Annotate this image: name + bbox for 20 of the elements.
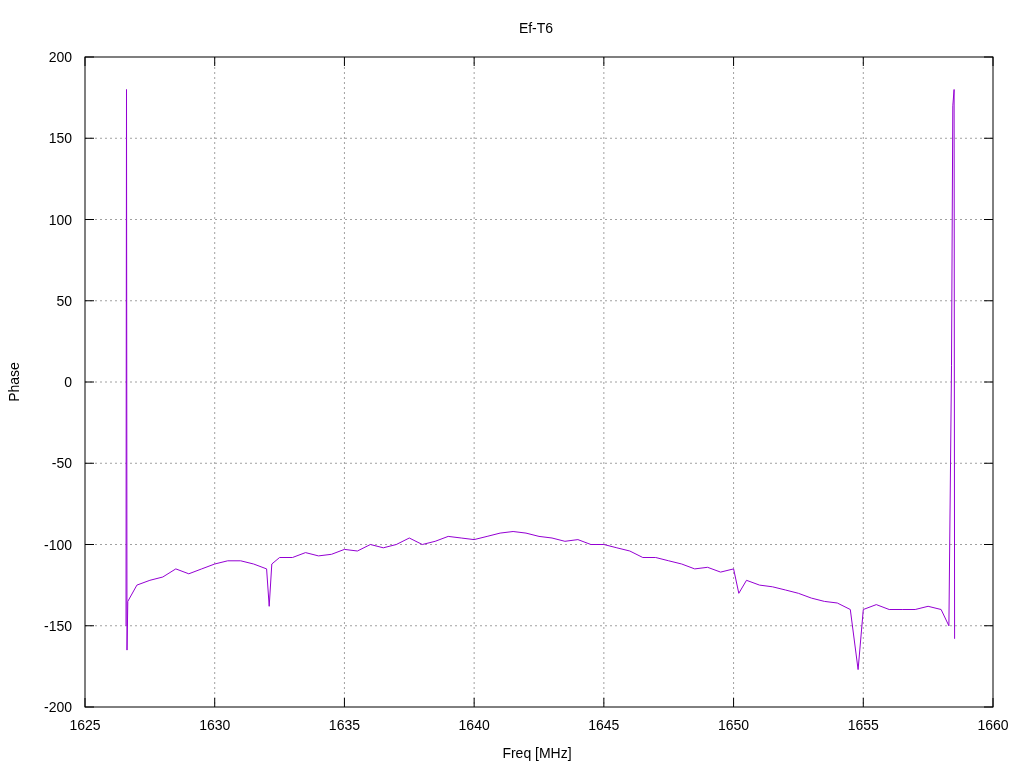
x-tick-label: 1635 [328,717,360,733]
x-axis-label: Freq [MHz] [502,745,572,761]
x-tick-label: 1655 [847,717,879,733]
x-tick-label: 1630 [199,717,231,733]
y-tick-label: 100 [48,211,72,228]
x-tick-label: 1640 [458,717,490,733]
y-tick-label: 0 [64,374,72,390]
x-tick-label: 1625 [69,717,101,733]
y-tick-label: 200 [48,49,72,65]
y-axis-label: Phase [6,362,22,402]
y-tick-label: -50 [51,455,72,472]
y-tick-label: -200 [43,699,72,715]
x-tick-label: 1650 [718,717,750,733]
x-tick-label: 1660 [977,717,1009,733]
x-tick-label: 1645 [588,717,620,733]
y-tick-label: 150 [48,130,72,147]
y-tick-label: -150 [43,617,72,634]
y-tick-label: 50 [56,292,72,309]
y-tick-label: -100 [43,536,72,553]
chart-title: Ef-T6 [518,20,554,36]
